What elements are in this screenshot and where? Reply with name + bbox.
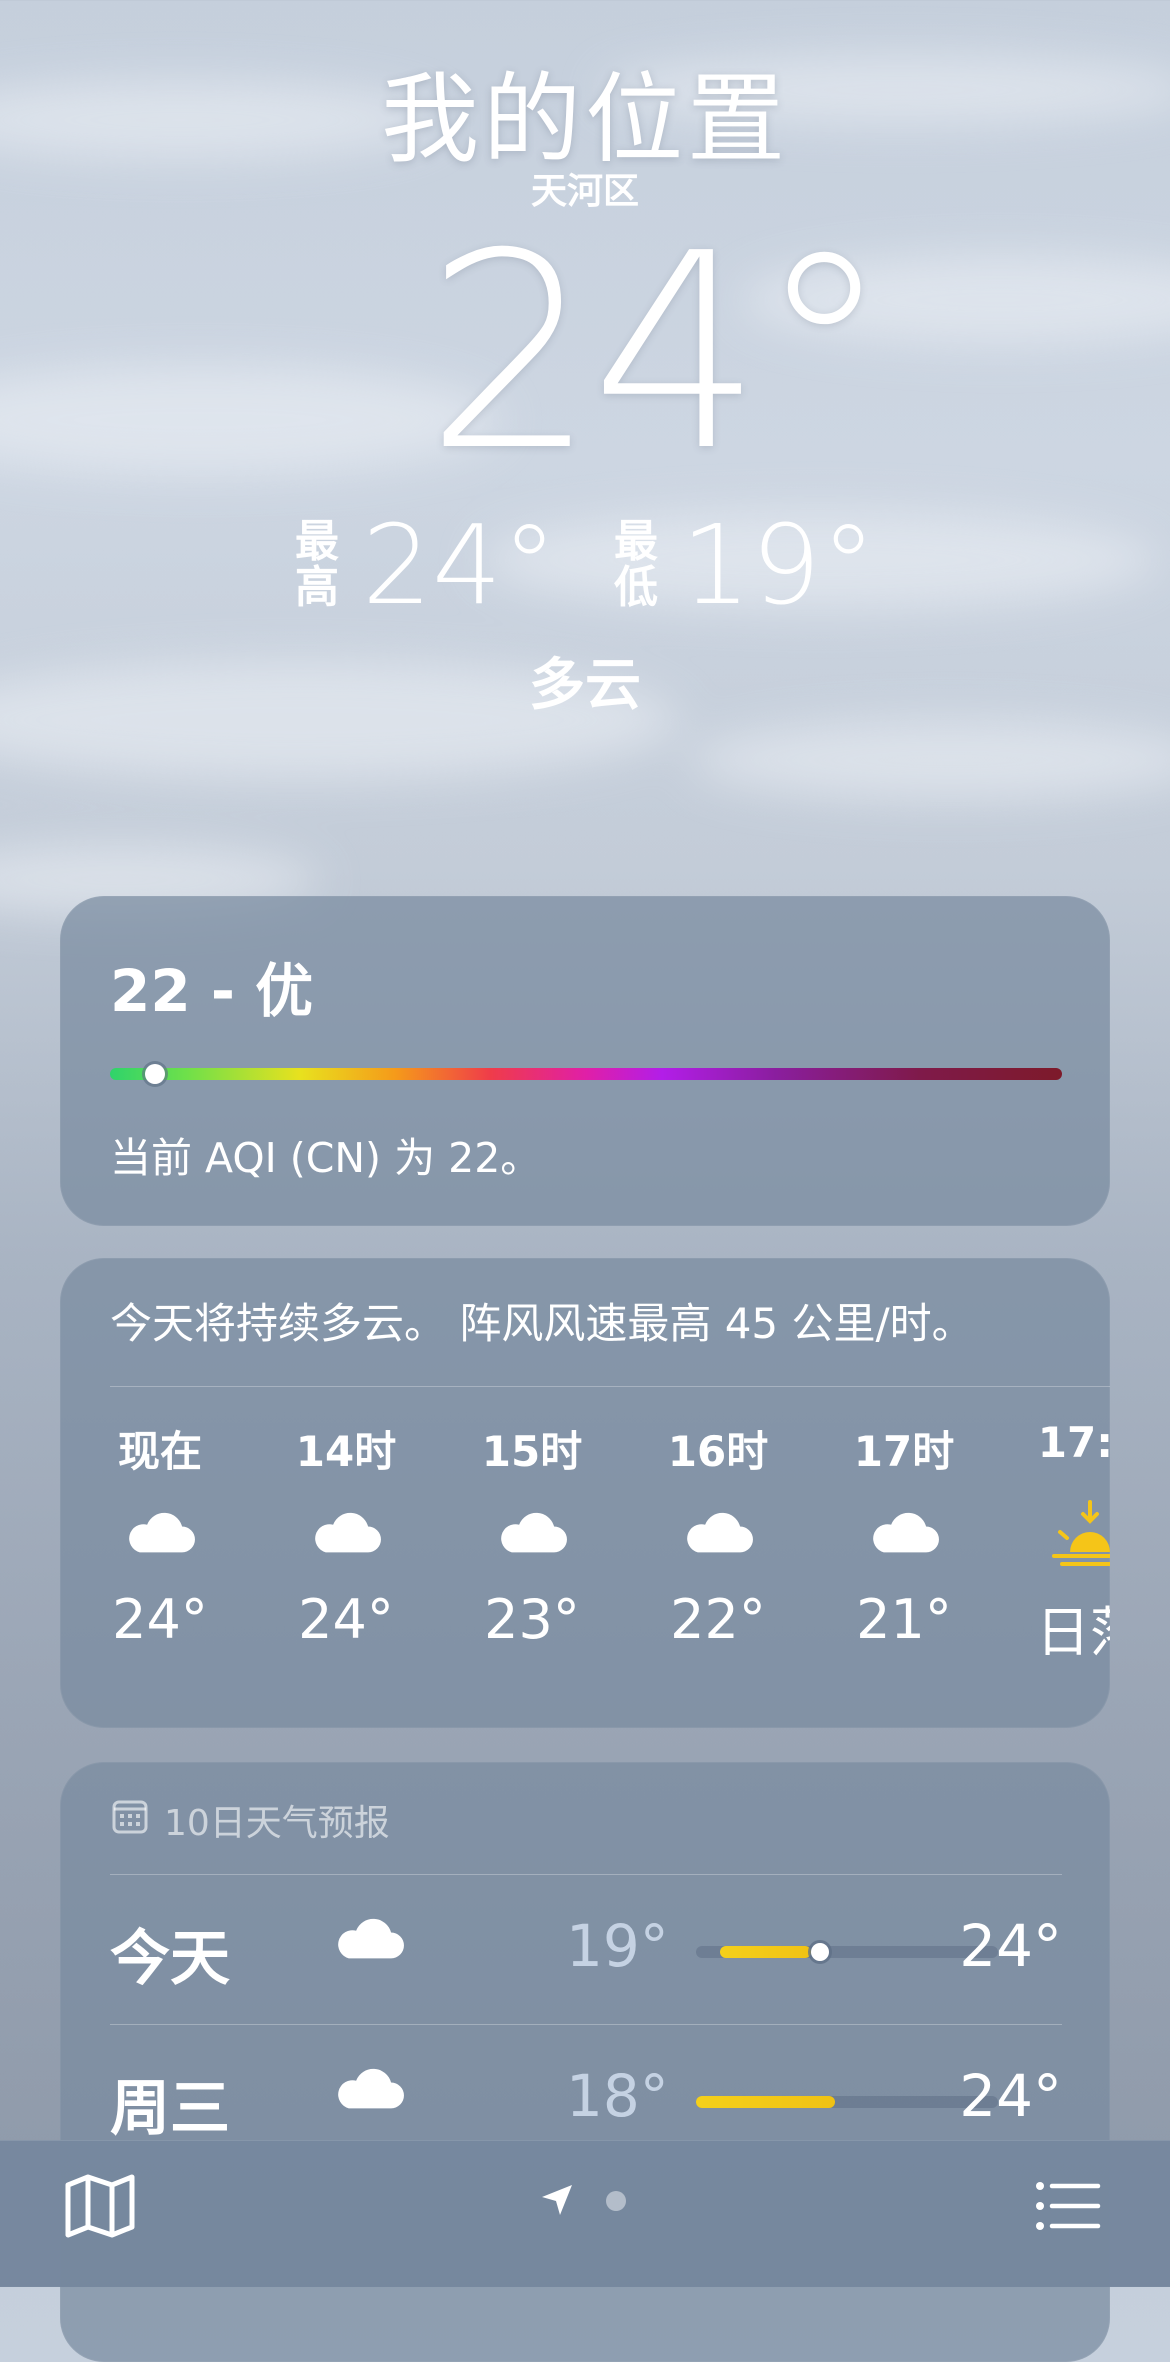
condition-label: 多云 (529, 653, 641, 718)
hourly-summary: 今天将持续多云。 阵风风速最高 45 公里/时。 (110, 1299, 974, 1348)
day-high: 24° (959, 1912, 1062, 1980)
hour-temperature: 日落 (1036, 1601, 1110, 1664)
low-label: 最 低 (614, 516, 658, 613)
hour-time: 17:5 (1037, 1418, 1110, 1467)
calendar-icon (110, 1796, 150, 1845)
cloud-icon (98, 1478, 222, 1588)
location-title: 我的位置 (380, 63, 789, 177)
cloud-icon (656, 1478, 780, 1588)
hourly-forecast-card[interactable]: 今天将持续多云。 阵风风速最高 45 公里/时。 现在 24° 14时 24° 15时 2… (60, 1258, 1110, 1728)
day-name: 周三 (110, 2074, 230, 2144)
hourly-item: 17时 21° (842, 1418, 966, 1651)
high-value: 24° (362, 501, 557, 629)
high-low: 最 高 24° 最 低 19° (0, 510, 1170, 620)
aqi-scale-bar (110, 1064, 1062, 1084)
map-icon[interactable] (64, 2173, 136, 2239)
day-high: 24° (959, 2062, 1062, 2130)
cloud-icon (332, 1916, 406, 1966)
hour-time: 15时 (481, 1427, 583, 1476)
hour-time: 16时 (667, 1427, 769, 1476)
hour-time: 现在 (117, 1427, 202, 1476)
day-row[interactable]: 今天 19° 24° (110, 1874, 1062, 2024)
day-low: 18° (566, 2062, 669, 2130)
hour-temperature: 23° (484, 1588, 580, 1651)
hour-temperature: 22° (670, 1588, 766, 1651)
list-icon[interactable] (1036, 2181, 1102, 2231)
hour-temperature: 24° (298, 1588, 394, 1651)
cloud-icon (842, 1478, 966, 1588)
hourly-item: 16时 22° (656, 1418, 780, 1651)
temperature-range-track (696, 2096, 998, 2108)
temperature-range-bar (720, 1946, 811, 1958)
bottom-toolbar (0, 2140, 1170, 2287)
hour-temperature: 24° (112, 1588, 208, 1651)
aqi-indicator (144, 1064, 165, 1084)
hourly-item: 现在 24° (98, 1418, 222, 1651)
temperature-range-track (696, 1943, 998, 1961)
location-arrow-icon[interactable] (540, 2183, 574, 2217)
hourly-item: 17:5 日落 (1028, 1418, 1110, 1667)
sunset-icon (1028, 1478, 1110, 1588)
hour-time: 17时 (853, 1427, 955, 1476)
hourly-item: 14时 24° (284, 1418, 408, 1651)
aqi-description: 当前 AQI (CN) 为 22。 (110, 1134, 542, 1182)
day-name: 今天 (110, 1924, 230, 1994)
day-low: 19° (566, 1912, 669, 1980)
aqi-value: 22 - 优 (110, 957, 314, 1025)
current-temp-dot (810, 1943, 829, 1961)
ten-day-title: 10日天气预报 (164, 1803, 390, 1844)
hourly-item: 15时 23° (470, 1418, 594, 1651)
temperature-range-bar (696, 2096, 835, 2108)
cloud-icon (332, 2066, 406, 2116)
low-value: 19° (681, 501, 876, 629)
divider (110, 1386, 1110, 1387)
cloud-icon (284, 1478, 408, 1588)
page-indicator-dot[interactable] (606, 2191, 626, 2211)
ten-day-header: 10日天气预报 (110, 1794, 390, 1846)
hour-temperature: 21° (856, 1588, 952, 1651)
current-temperature: 24° (425, 195, 892, 510)
air-quality-card[interactable]: 22 - 优 当前 AQI (CN) 为 22。 (60, 896, 1110, 1226)
hour-time: 14时 (295, 1427, 397, 1476)
cloud-icon (470, 1478, 594, 1588)
high-label: 最 高 (295, 516, 340, 613)
